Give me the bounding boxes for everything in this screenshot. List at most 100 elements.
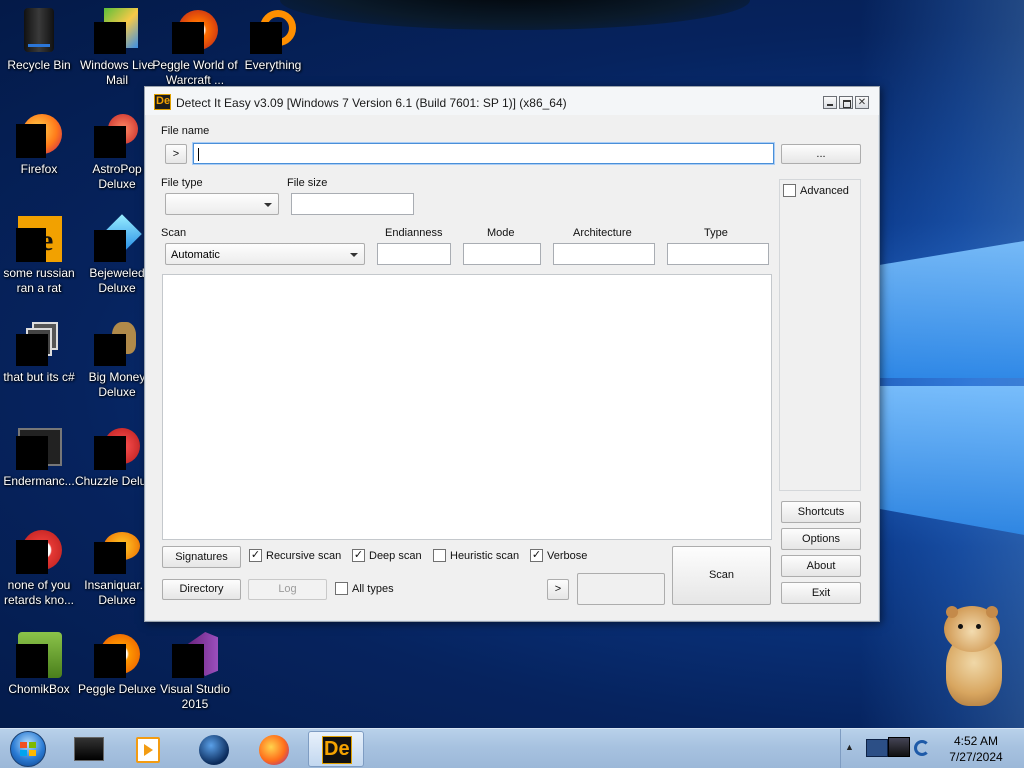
scan-button[interactable]: Scan	[672, 546, 771, 605]
taskbar-media-player-icon[interactable]	[120, 731, 176, 767]
everything-search-icon	[250, 8, 296, 54]
desktop-icon-visual-studio[interactable]: Visual Studio 2015	[156, 630, 234, 730]
taskbar: De ▲ 4:52 AM 7/27/2024	[0, 728, 1024, 768]
text-caret	[198, 148, 199, 161]
desktop-icon-label: Peggle Deluxe	[77, 682, 157, 696]
file-name-input[interactable]	[193, 143, 774, 164]
detect-it-easy-window: De Detect It Easy v3.09 [Windows 7 Versi…	[144, 86, 880, 622]
mode-field	[463, 243, 541, 265]
type-field	[667, 243, 769, 265]
clock-date: 7/27/2024	[949, 750, 1003, 764]
taskbar-divider	[840, 729, 841, 768]
desktop-icon-label: Visual Studio 2015	[160, 682, 230, 711]
peggle-wow-icon	[172, 8, 218, 54]
verbose-checkbox[interactable]: ✓	[530, 549, 543, 562]
peggle-icon	[16, 528, 62, 574]
exit-button[interactable]: Exit	[781, 582, 861, 604]
desktop-icon-label: Recycle Bin	[7, 58, 71, 72]
architecture-field	[553, 243, 655, 265]
big-money-icon	[94, 320, 140, 366]
scan-mode-combo[interactable]: Automatic	[165, 243, 365, 265]
taskbar-detect-it-easy-icon[interactable]: De	[308, 731, 364, 767]
endianness-label: Endianness	[385, 227, 443, 239]
log-button[interactable]: Log	[248, 579, 327, 600]
show-hidden-icons-button[interactable]: ▲	[845, 742, 854, 752]
advanced-label: Advanced	[800, 185, 849, 197]
desktop-icon-that-but-c-sharp[interactable]: that but its c#	[0, 318, 78, 418]
tray-network-icon[interactable]	[866, 739, 888, 757]
desktop-icon-label: Peggle World of Warcraft ...	[152, 58, 238, 87]
file-size-field	[291, 193, 414, 215]
file-type-combo[interactable]	[165, 193, 279, 215]
advanced-group: Advanced	[779, 179, 861, 491]
all-types-label: All types	[352, 583, 394, 595]
directory-button[interactable]: Directory	[162, 579, 241, 600]
progress-box	[577, 573, 665, 605]
chomikbox-icon	[16, 632, 62, 678]
desktop-icon-chomikbox[interactable]: ChomikBox	[0, 630, 78, 730]
desktop-icon-label: none of you retards kno...	[3, 578, 75, 607]
windows-live-mail-icon	[94, 8, 140, 54]
browse-button[interactable]: ...	[781, 144, 861, 164]
desktop-icon-label: Everything	[244, 58, 302, 72]
close-button[interactable]: ✕	[855, 96, 869, 109]
detect-it-easy-icon: e	[16, 216, 62, 262]
desktop-icon-peggle-deluxe[interactable]: Peggle Deluxe	[78, 630, 156, 730]
taskbar-firefox-icon[interactable]	[246, 731, 302, 767]
recursive-scan-label: Recursive scan	[266, 550, 342, 562]
recycle-bin-icon	[16, 8, 62, 54]
recursive-scan-checkbox[interactable]: ✓	[249, 549, 262, 562]
scan-results-panel[interactable]	[162, 274, 772, 540]
about-button[interactable]: About	[781, 555, 861, 577]
open-file-arrow-button[interactable]: >	[165, 144, 187, 164]
tray-monitor-icon[interactable]	[888, 737, 910, 757]
endermanch-icon	[16, 424, 62, 470]
deep-scan-checkbox[interactable]: ✓	[352, 549, 365, 562]
clock-time: 4:52 AM	[953, 734, 999, 748]
minimize-button[interactable]	[823, 96, 837, 109]
chuzzle-icon	[94, 424, 140, 470]
desktop-icon-endermanch[interactable]: Endermanc...	[0, 422, 78, 522]
desktop-icon-some-russian[interactable]: e some russian ran a rat	[0, 214, 78, 314]
type-label: Type	[704, 227, 728, 239]
window-title-bar[interactable]: De Detect It Easy v3.09 [Windows 7 Versi…	[145, 87, 879, 115]
chevron-down-icon	[350, 253, 358, 257]
shortcuts-button[interactable]: Shortcuts	[781, 501, 861, 523]
webcam-notch	[280, 0, 750, 30]
desktop-icon-firefox[interactable]: Firefox	[0, 110, 78, 210]
heuristic-scan-checkbox[interactable]	[433, 549, 446, 562]
file-size-label: File size	[287, 177, 328, 189]
bejeweled-icon	[94, 214, 142, 262]
heuristic-scan-label: Heuristic scan	[450, 550, 520, 562]
taskbar-terminal-icon[interactable]	[62, 731, 118, 767]
tray-sync-icon[interactable]	[914, 740, 930, 756]
scan-label: Scan	[161, 227, 187, 239]
endianness-field	[377, 243, 451, 265]
desktop-icon-label: some russian ran a rat	[3, 266, 75, 295]
architecture-label: Architecture	[573, 227, 632, 239]
visual-studio-icon	[172, 632, 218, 678]
file-type-label: File type	[161, 177, 203, 189]
desktop-icon-label: Windows Live Mail	[79, 58, 155, 87]
desktop-icon-recycle-bin[interactable]: Recycle Bin	[0, 6, 78, 106]
chevron-down-icon	[264, 203, 272, 207]
options-button[interactable]: Options	[781, 528, 861, 550]
detect-it-easy-icon: De	[154, 94, 171, 110]
hamster-image	[936, 606, 1008, 710]
windows-start-orb-icon[interactable]	[4, 729, 52, 768]
desktop-icon-label: that but its c#	[3, 370, 75, 384]
file-name-label: File name	[161, 125, 210, 137]
desktop-icon-label: ChomikBox	[8, 682, 70, 696]
maximize-button[interactable]	[839, 96, 853, 109]
deep-scan-label: Deep scan	[369, 550, 422, 562]
taskbar-network-globe-icon[interactable]	[186, 731, 242, 767]
desktop: Recycle Bin Firefox e some russian ran a…	[0, 0, 1024, 768]
tray-clock[interactable]: 4:52 AM 7/27/2024	[934, 733, 1018, 765]
astropop-icon	[94, 112, 140, 158]
all-types-checkbox[interactable]	[335, 582, 348, 595]
desktop-icon-none-of-you[interactable]: none of you retards kno...	[0, 526, 78, 626]
next-arrow-button[interactable]: >	[547, 579, 569, 600]
desktop-icon-label: Endermanc...	[3, 474, 75, 488]
advanced-checkbox[interactable]	[783, 184, 796, 197]
signatures-button[interactable]: Signatures	[162, 546, 241, 568]
